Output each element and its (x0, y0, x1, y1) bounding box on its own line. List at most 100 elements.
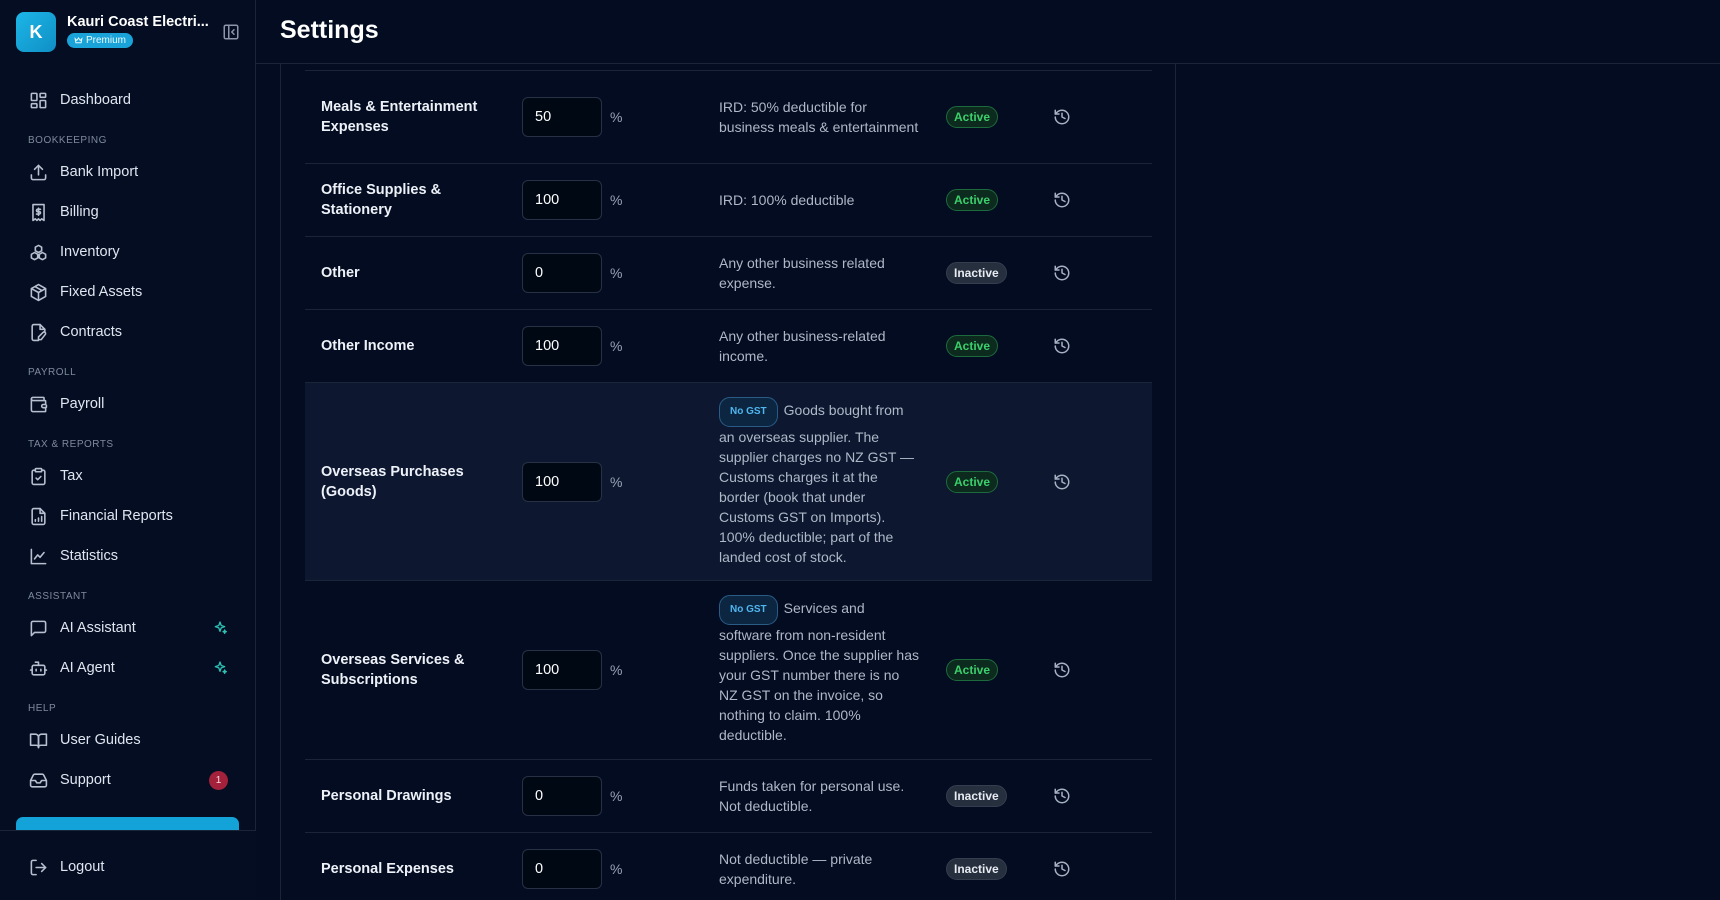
category-name: Personal Drawings (321, 788, 452, 804)
category-name: Other (321, 265, 360, 281)
table-row: Other Income % Any other business-relate… (305, 310, 1152, 383)
history-icon[interactable] (1053, 860, 1071, 878)
table-row: Office Supplies & Stationery % IRD: 100%… (305, 164, 1152, 237)
section-tax-reports: TAX & REPORTS (28, 439, 114, 450)
sidebar-item-ai-agent[interactable]: AI Agent (16, 648, 240, 688)
table-row: Meals & Entertainment Expenses % IRD: 50… (305, 71, 1152, 164)
category-note: No GST Goods bought from an overseas supp… (719, 396, 921, 567)
message-square-icon (28, 618, 48, 638)
deductible-percent-input[interactable] (522, 776, 602, 816)
file-chart-icon (28, 506, 48, 526)
category-note: No GST Services and software from non-res… (719, 595, 921, 745)
sidebar-item-label: Statistics (60, 548, 119, 564)
sparkles-icon (214, 621, 227, 634)
sidebar-item-label: Financial Reports (60, 508, 173, 524)
sidebar-nav: Dashboard BOOKKEEPING Bank Import Billin… (16, 80, 240, 800)
brand: K Kauri Coast Electri... Premium (16, 12, 246, 52)
category-name: Other Income (321, 338, 415, 354)
deductible-percent-input[interactable] (522, 253, 602, 293)
sidebar-item-financial-reports[interactable]: Financial Reports (16, 496, 240, 536)
section-bookkeeping: BOOKKEEPING (28, 135, 107, 146)
no-gst-tag: No GST (719, 396, 778, 427)
table-row: Overseas Purchases (Goods) % No GSTGoods… (305, 383, 1152, 581)
status-badge[interactable]: Active (946, 659, 999, 681)
sidebar-item-bank-import[interactable]: Bank Import (16, 152, 240, 192)
logout-label: Logout (60, 859, 105, 875)
history-icon[interactable] (1053, 108, 1071, 126)
sidebar-item-inventory[interactable]: Inventory (16, 232, 240, 272)
table-row: Overseas Services & Subscriptions % No G… (305, 581, 1152, 760)
status-badge[interactable]: Active (946, 189, 999, 211)
table-row: Other % Any other business related expen… (305, 237, 1152, 310)
sidebar: K Kauri Coast Electri... Premium Dashboa… (0, 0, 256, 900)
status-badge[interactable]: Inactive (946, 858, 1007, 880)
percent-sign: % (610, 788, 623, 804)
sidebar-item-label: Inventory (60, 244, 120, 260)
section-help: HELP (28, 703, 57, 714)
no-gst-tag: No GST (719, 595, 778, 625)
percent-sign: % (610, 192, 623, 208)
sidebar-item-label: Contracts (60, 324, 123, 340)
percent-sign: % (610, 265, 623, 281)
status-badge[interactable]: Inactive (946, 785, 1007, 807)
category-note: IRD: 50% deductible for business meals &… (719, 99, 919, 135)
sidebar-cta-button[interactable] (16, 817, 239, 830)
deductible-percent-input[interactable] (522, 650, 602, 690)
deductible-percent-input[interactable] (522, 326, 602, 366)
deductible-percent-input[interactable] (522, 180, 602, 220)
boxes-icon (28, 242, 48, 262)
inbox-icon (28, 770, 48, 790)
history-icon[interactable] (1053, 661, 1071, 679)
sidebar-item-billing[interactable]: Billing (16, 192, 240, 232)
company-logo: K (16, 12, 56, 52)
category-name: Overseas Purchases (Goods) (321, 463, 464, 500)
status-badge[interactable]: Inactive (946, 262, 1007, 284)
sidebar-item-label: Billing (60, 204, 99, 220)
deductible-percent-input[interactable] (522, 97, 602, 137)
wallet-icon (28, 394, 48, 414)
sidebar-item-dashboard[interactable]: Dashboard (16, 80, 240, 120)
sidebar-item-payroll[interactable]: Payroll (16, 384, 240, 424)
log-out-icon (28, 857, 48, 877)
status-badge[interactable]: Active (946, 106, 999, 128)
sidebar-item-user-guides[interactable]: User Guides (16, 720, 240, 760)
status-badge[interactable]: Active (946, 470, 999, 493)
history-icon[interactable] (1053, 473, 1071, 491)
collapse-sidebar-button[interactable] (221, 22, 241, 42)
category-name: Office Supplies & Stationery (321, 182, 442, 218)
top-bar: Settings (256, 0, 1720, 64)
bot-icon (28, 658, 48, 678)
percent-sign: % (610, 861, 623, 877)
file-pen-icon (28, 322, 48, 342)
sidebar-item-label: Tax (60, 468, 83, 484)
sidebar-item-fixed-assets[interactable]: Fixed Assets (16, 272, 240, 312)
history-icon[interactable] (1053, 264, 1071, 282)
status-badge[interactable]: Active (946, 335, 999, 357)
sidebar-item-label: Payroll (60, 396, 105, 412)
deductible-percent-input[interactable] (522, 849, 602, 889)
sidebar-item-tax[interactable]: Tax (16, 456, 240, 496)
section-payroll: PAYROLL (28, 367, 77, 378)
premium-badge: Premium (67, 33, 134, 48)
crown-icon (74, 37, 83, 44)
sidebar-item-statistics[interactable]: Statistics (16, 536, 240, 576)
sidebar-item-label: Support (60, 772, 111, 788)
history-icon[interactable] (1053, 337, 1071, 355)
settings-content: Meals & Entertainment Expenses % IRD: 50… (280, 64, 1176, 900)
category-name: Meals & Entertainment Expenses (321, 99, 478, 135)
sidebar-footer: Logout (0, 830, 256, 900)
sidebar-item-contracts[interactable]: Contracts (16, 312, 240, 352)
history-icon[interactable] (1053, 191, 1071, 209)
percent-sign: % (610, 109, 623, 125)
percent-sign: % (610, 338, 623, 354)
sidebar-item-label: Fixed Assets (60, 284, 143, 300)
sidebar-item-label: User Guides (60, 732, 141, 748)
sidebar-item-support[interactable]: Support 1 (16, 760, 240, 800)
category-note-text: Goods bought from an overseas supplier. … (719, 401, 915, 565)
company-name: Kauri Coast Electri... (67, 14, 209, 30)
sidebar-item-ai-assistant[interactable]: AI Assistant (16, 608, 240, 648)
deductible-percent-input[interactable] (522, 461, 602, 502)
logout-button[interactable]: Logout (16, 847, 240, 887)
category-name: Overseas Services & Subscriptions (321, 652, 465, 688)
history-icon[interactable] (1053, 787, 1071, 805)
